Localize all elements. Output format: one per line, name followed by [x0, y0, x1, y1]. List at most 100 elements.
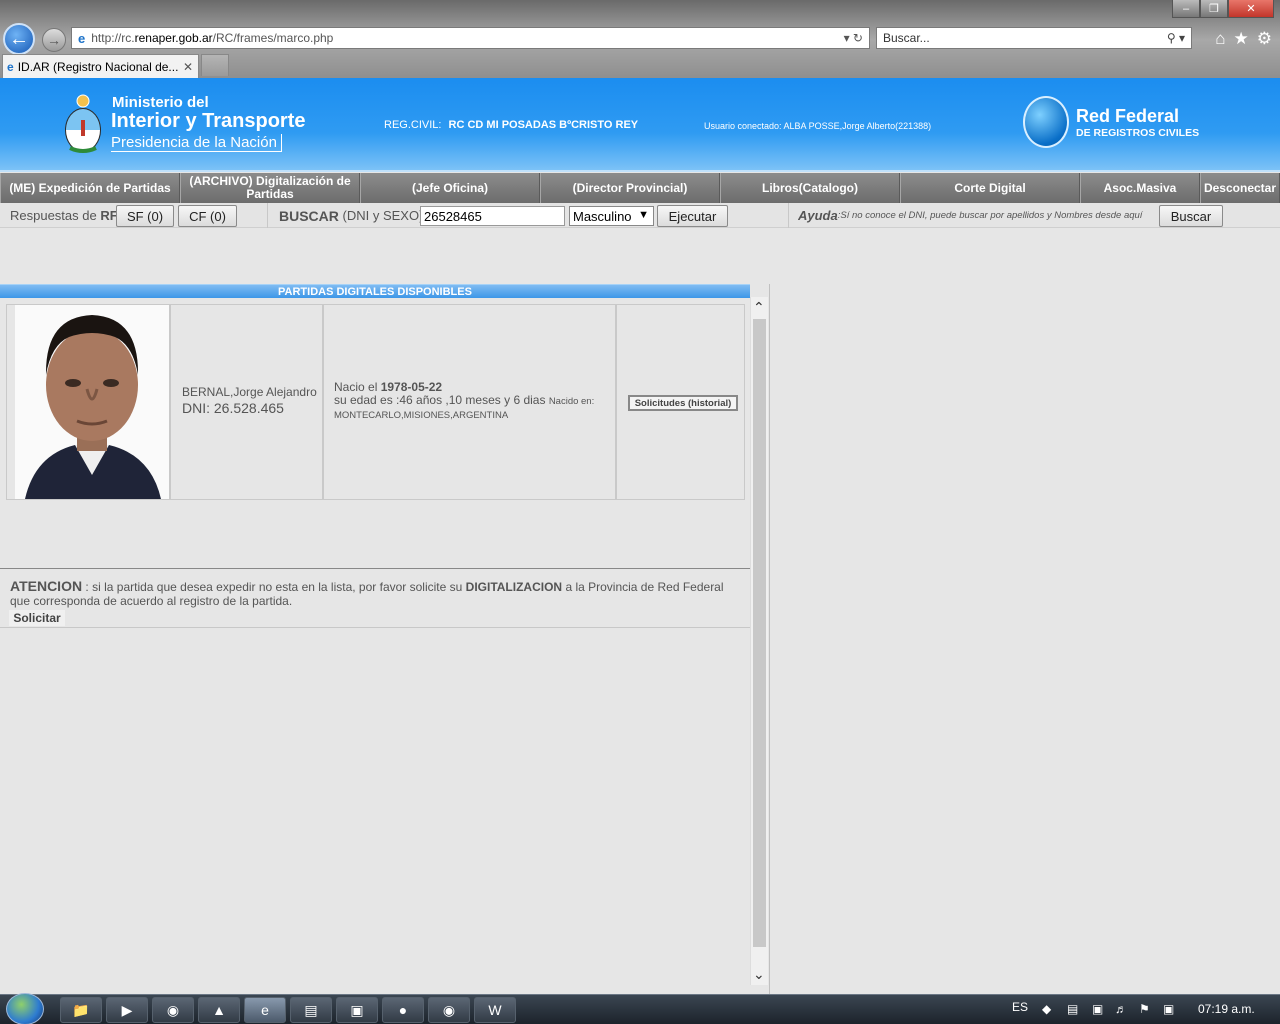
buscar-label-strong: BUSCAR	[279, 207, 339, 224]
back-arrow-icon[interactable]: ←	[3, 23, 35, 55]
ministerio-line2: Interior y Transporte	[111, 110, 306, 132]
dni-input[interactable]: 26528465	[420, 206, 565, 226]
restore-icon[interactable]: ❐	[1200, 0, 1228, 18]
nacio-label: Nacio el	[334, 380, 378, 394]
browser-toolbar-icons: ⌂ ★ ⚙	[1215, 29, 1272, 49]
word-icon[interactable]: W	[474, 997, 516, 1023]
firefox-icon[interactable]: ●	[382, 997, 424, 1023]
clock[interactable]: 07:19 a.m.	[1198, 1002, 1255, 1016]
solicitudes-historial-button[interactable]: Solicitudes (historial)	[628, 395, 738, 411]
sf-button[interactable]: SF (0)	[116, 205, 174, 227]
regcivil-label: REG.CIVIL:	[384, 119, 442, 131]
vertical-scrollbar[interactable]: ⌃ ⌄	[750, 297, 768, 985]
menu-expedicion-partidas[interactable]: (ME) Expedición de Partidas	[0, 173, 180, 203]
chrome-2-icon[interactable]: ◉	[428, 997, 470, 1023]
red-federal-globe-logo	[1023, 96, 1069, 148]
sexo-select[interactable]: Masculino ▼	[569, 206, 654, 226]
language-indicator[interactable]: ES	[1012, 1000, 1028, 1014]
ayuda-text: Ayuda :Sí no conoce el DNI, puede buscar…	[798, 203, 1160, 228]
buscar-label: BUSCAR (DNI y SEXO)	[279, 203, 423, 228]
menu-libros-catalogo[interactable]: Libros(Catalogo)	[720, 173, 900, 203]
atencion-digitalizacion: DIGITALIZACION	[465, 580, 563, 594]
internet-explorer-icon[interactable]: e	[244, 997, 286, 1023]
ministerio-line1: Ministerio del	[112, 94, 209, 111]
search-placeholder: Buscar...	[883, 31, 930, 45]
right-frame	[769, 284, 1280, 994]
nacido-en-value: MONTECARLO,MISIONES,ARGENTINA	[334, 410, 509, 421]
divider	[267, 203, 268, 228]
menu-asoc-masiva[interactable]: Asoc.Masiva	[1080, 173, 1200, 203]
cf-button[interactable]: CF (0)	[178, 205, 237, 227]
notepad-icon[interactable]: ▤	[290, 997, 332, 1023]
scroll-thumb[interactable]	[753, 319, 766, 947]
address-bar[interactable]: e http://rc. renaper.gob.ar/RC/frames/mar…	[71, 27, 870, 49]
forward-arrow-icon[interactable]: →	[42, 28, 66, 52]
birth-info: Nacio el 1978-05-22 su edad es :46 años …	[334, 381, 614, 422]
url-path: /RC/frames/marco.php	[212, 31, 334, 45]
ie-tab-icon: e	[7, 59, 14, 74]
red-federal-title: Red Federal	[1076, 106, 1180, 126]
menu-desconectar[interactable]: Desconectar	[1200, 173, 1280, 203]
menu-digitalizacion-partidas[interactable]: (ARCHIVO) Digitalización de Partidas	[180, 173, 360, 203]
chevron-down-icon: ▼	[638, 209, 649, 221]
atencion-label: ATENCION	[10, 578, 83, 594]
atencion-message: ATENCION : si la partida que desea exped…	[10, 579, 735, 608]
favorites-star-icon[interactable]: ★	[1234, 29, 1249, 49]
solicitar-button[interactable]: Solicitar	[9, 610, 65, 626]
atencion-notice: ATENCION : si la partida que desea exped…	[0, 568, 750, 628]
sexo-value: Masculino	[573, 208, 632, 224]
url-host: renaper.gob.ar	[134, 31, 213, 45]
person-name: BERNAL,Jorge Alejandro	[182, 385, 317, 399]
home-icon[interactable]: ⌂	[1215, 29, 1225, 49]
action-center-flag-icon[interactable]: ⚑	[1139, 1002, 1150, 1016]
menu-corte-digital[interactable]: Corte Digital	[900, 173, 1080, 203]
gear-icon[interactable]: ⚙	[1257, 29, 1272, 49]
search-icon[interactable]: ⚲ ▾	[1167, 31, 1185, 45]
buscar-apellidos-button[interactable]: Buscar	[1159, 205, 1223, 227]
person-photo	[15, 305, 169, 499]
minimize-icon[interactable]: –	[1172, 0, 1200, 18]
windows-taskbar: 📁 ▶ ◉ ▲ e ▤ ▣ ● ◉ W ES ◆ ▤ ▣ ♬ ⚑ ▣ 07:19…	[0, 993, 1280, 1024]
scroll-down-icon[interactable]: ⌄	[753, 966, 765, 983]
acrobat-icon[interactable]: ▲	[198, 997, 240, 1023]
antivirus-icon[interactable]: ◆	[1042, 1002, 1051, 1016]
menu-director-provincial[interactable]: (Director Provincial)	[540, 173, 720, 203]
ayuda-description: :Sí no conoce el DNI, puede buscar por a…	[837, 210, 1143, 221]
ayuda-label: Ayuda	[798, 208, 838, 223]
close-window-icon[interactable]: ✕	[1228, 0, 1274, 18]
ejecutar-button[interactable]: Ejecutar	[657, 205, 728, 227]
monitor-icon[interactable]: ▣	[1092, 1002, 1103, 1016]
site-header: Ministerio del Interior y Transporte Pre…	[0, 78, 1280, 172]
explorer-icon[interactable]: 📁	[60, 997, 102, 1023]
refresh-icon[interactable]: ▾ ↻	[844, 31, 863, 45]
volume-icon[interactable]: ♬	[1115, 1002, 1127, 1016]
search-toolbar: Respuestas de RF SF (0) CF (0) BUSCAR (D…	[0, 203, 1280, 228]
browser-chrome: – ❐ ✕ ← → e http://rc. renaper.gob.ar/RC/…	[0, 0, 1280, 78]
person-portrait-image	[15, 305, 169, 499]
partidas-frame: PARTIDAS DIGITALES DISPONIBLES BERNAL,Jo…	[0, 284, 750, 994]
device-icon[interactable]: ▣	[1163, 1002, 1174, 1016]
url-prefix: http://rc.	[91, 31, 135, 45]
new-tab-button[interactable]	[201, 54, 229, 76]
start-button[interactable]	[6, 993, 44, 1024]
close-tab-icon[interactable]: ✕	[183, 60, 193, 74]
presentation-icon[interactable]: ▣	[336, 997, 378, 1023]
atencion-text1: : si la partida que desea expedir no est…	[85, 580, 463, 594]
ie-page-icon: e	[78, 30, 86, 46]
tab-title: ID.AR (Registro Nacional de...	[17, 59, 179, 74]
respuestas-label: Respuestas de RF	[10, 203, 118, 228]
browser-search-box[interactable]: Buscar... ⚲ ▾	[876, 27, 1192, 49]
media-player-icon[interactable]: ▶	[106, 997, 148, 1023]
nacido-en-label: Nacido en:	[548, 396, 595, 407]
main-menu: (ME) Expedición de Partidas (ARCHIVO) Di…	[0, 173, 1280, 203]
respuestas-text: Respuestas de	[10, 208, 97, 223]
escudo-argentina-logo	[65, 94, 101, 153]
window-controls: – ❐ ✕	[1172, 0, 1274, 18]
chrome-icon[interactable]: ◉	[152, 997, 194, 1023]
ministerio-line3: Presidencia de la Nación	[111, 134, 282, 152]
network-icon[interactable]: ▤	[1067, 1002, 1078, 1016]
browser-tab[interactable]: e ID.AR (Registro Nacional de... ✕	[2, 54, 199, 78]
partidas-title: PARTIDAS DIGITALES DISPONIBLES	[0, 284, 750, 298]
menu-jefe-oficina[interactable]: (Jefe Oficina)	[360, 173, 540, 203]
scroll-up-icon[interactable]: ⌃	[753, 299, 765, 316]
